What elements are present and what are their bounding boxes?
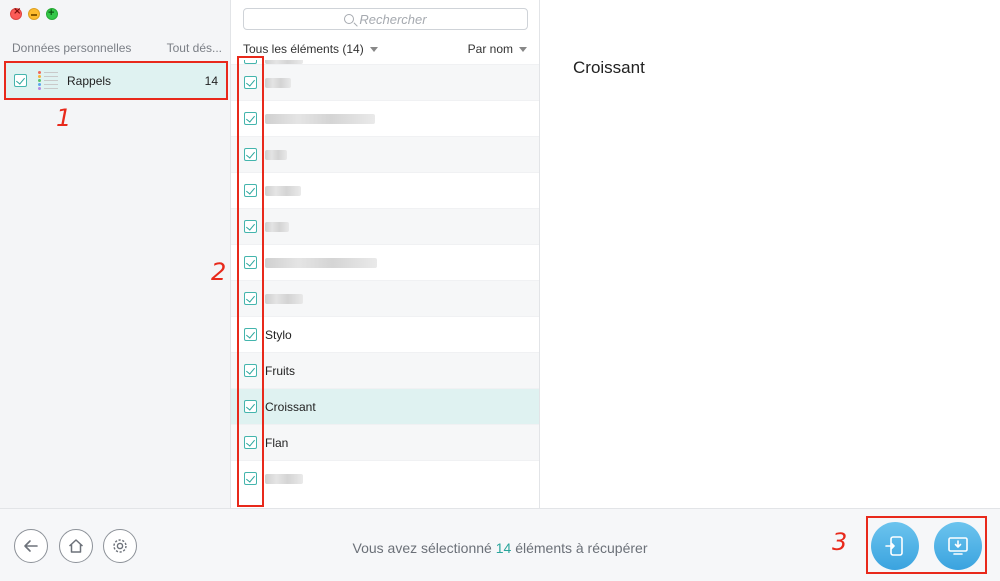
redacted-text [265,221,289,232]
sort-dropdown[interactable]: Par nom [468,42,527,56]
close-window-button[interactable] [10,6,22,20]
phone-import-icon [885,536,903,556]
annotation-box-2 [237,56,264,507]
redacted-text [265,149,287,160]
chevron-down-icon [519,47,527,53]
window-controls [10,6,58,20]
list-item[interactable] [231,136,539,172]
filter-label: Tous les éléments (14) [243,42,364,56]
list-item[interactable] [231,64,539,100]
recover-to-computer-button[interactable] [934,522,982,570]
list-item[interactable]: Stylo [231,316,539,352]
list-item[interactable] [231,280,539,316]
status-count: 14 [495,540,512,556]
item-list-panel: Rechercher Tous les éléments (14) Par no… [231,0,540,508]
filter-dropdown[interactable]: Tous les éléments (14) [243,42,378,56]
search-input[interactable]: Rechercher [243,8,528,30]
list-item[interactable] [231,244,539,280]
minimize-window-button[interactable] [28,8,40,20]
list-item[interactable] [231,172,539,208]
selection-status: Vous avez sélectionné 14 éléments à récu… [0,540,1000,556]
list-item[interactable]: Fruits [231,352,539,388]
computer-download-icon [948,537,968,555]
status-prefix: Vous avez sélectionné [352,540,492,556]
list-item-label: Fruits [265,363,295,378]
deselect-all-link[interactable]: Tout dés... [167,41,222,55]
detail-title: Croissant [573,58,645,77]
sort-label: Par nom [467,42,513,56]
search-placeholder: Rechercher [359,11,427,27]
sidebar-section-title: Données personnelles [12,41,132,55]
annotation-number-1: 1 [56,104,72,132]
status-suffix: éléments à récupérer [515,540,648,556]
redacted-text [265,113,375,124]
chevron-down-icon [369,47,378,53]
list-item[interactable] [231,460,539,496]
list-item[interactable] [231,208,539,244]
annotation-box-1 [4,61,228,100]
list-item-label: Flan [265,435,289,450]
list-item-label: Stylo [265,327,292,342]
maximize-window-button[interactable] [46,7,58,20]
sidebar-header: Données personnelles Tout dés... [12,41,222,55]
list-header: Tous les éléments (14) Par nom [243,42,527,56]
item-list: Stylo Fruits Croissant Flan [231,60,539,496]
annotation-number-2: 2 [211,258,227,286]
list-item[interactable]: Flan [231,424,539,460]
redacted-text [265,185,301,196]
list-item[interactable] [231,100,539,136]
search-icon [344,14,355,24]
detail-pane: Croissant [541,0,1000,508]
redacted-text [265,257,377,268]
list-item-label: Croissant [265,399,316,414]
bottom-toolbar: Vous avez sélectionné 14 éléments à récu… [0,508,1000,581]
redacted-text [265,473,303,484]
redacted-text [265,77,291,88]
annotation-number-3: 3 [832,528,848,556]
redacted-text [265,293,303,304]
redacted-text [265,60,303,64]
recover-to-device-button[interactable] [871,522,919,570]
list-item[interactable]: Croissant [231,388,539,424]
